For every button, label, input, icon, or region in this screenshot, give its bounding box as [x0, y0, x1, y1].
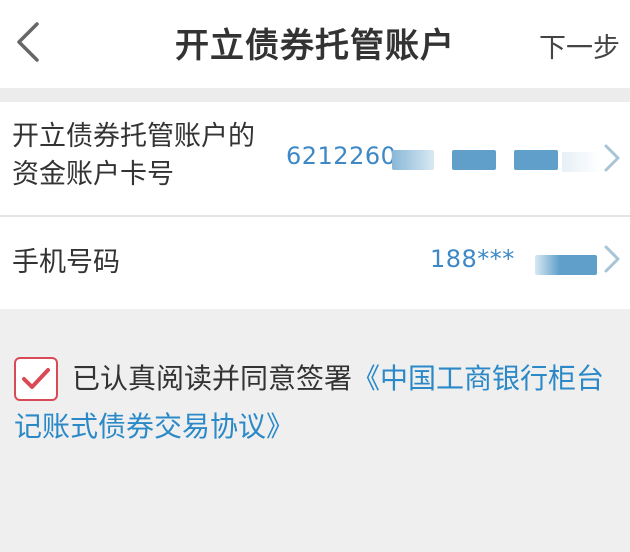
masked-card-digits	[392, 150, 434, 170]
header-bar: 开立债券托管账户 下一步	[0, 0, 630, 88]
phone-row[interactable]: 手机号码 188***	[0, 217, 630, 309]
section-gap	[0, 88, 630, 102]
masked-card-digits	[452, 150, 496, 170]
masked-card-digits	[562, 152, 602, 172]
fund-card-row[interactable]: 开立债券托管账户的资金账户卡号 6212260	[0, 102, 630, 215]
phone-value: 188***	[430, 245, 515, 273]
masked-card-digits	[514, 150, 558, 170]
agreement-section: 已认真阅读并同意签署《中国工商银行柜台记账式债券交易协议》	[0, 309, 630, 552]
fund-card-value: 6212260	[286, 142, 397, 170]
agreement-text: 已认真阅读并同意签署《中国工商银行柜台记账式债券交易协议》	[14, 355, 624, 451]
fund-card-label: 开立债券托管账户的资金账户卡号	[12, 121, 255, 190]
chevron-right-icon	[604, 245, 620, 273]
page-title: 开立债券托管账户	[175, 26, 455, 66]
phone-label: 手机号码	[12, 247, 120, 278]
next-step-button[interactable]: 下一步	[539, 26, 620, 65]
agreement-statement: 已认真阅读并同意签署	[72, 362, 353, 395]
chevron-right-icon	[604, 144, 620, 172]
masked-phone-digits	[535, 255, 597, 275]
